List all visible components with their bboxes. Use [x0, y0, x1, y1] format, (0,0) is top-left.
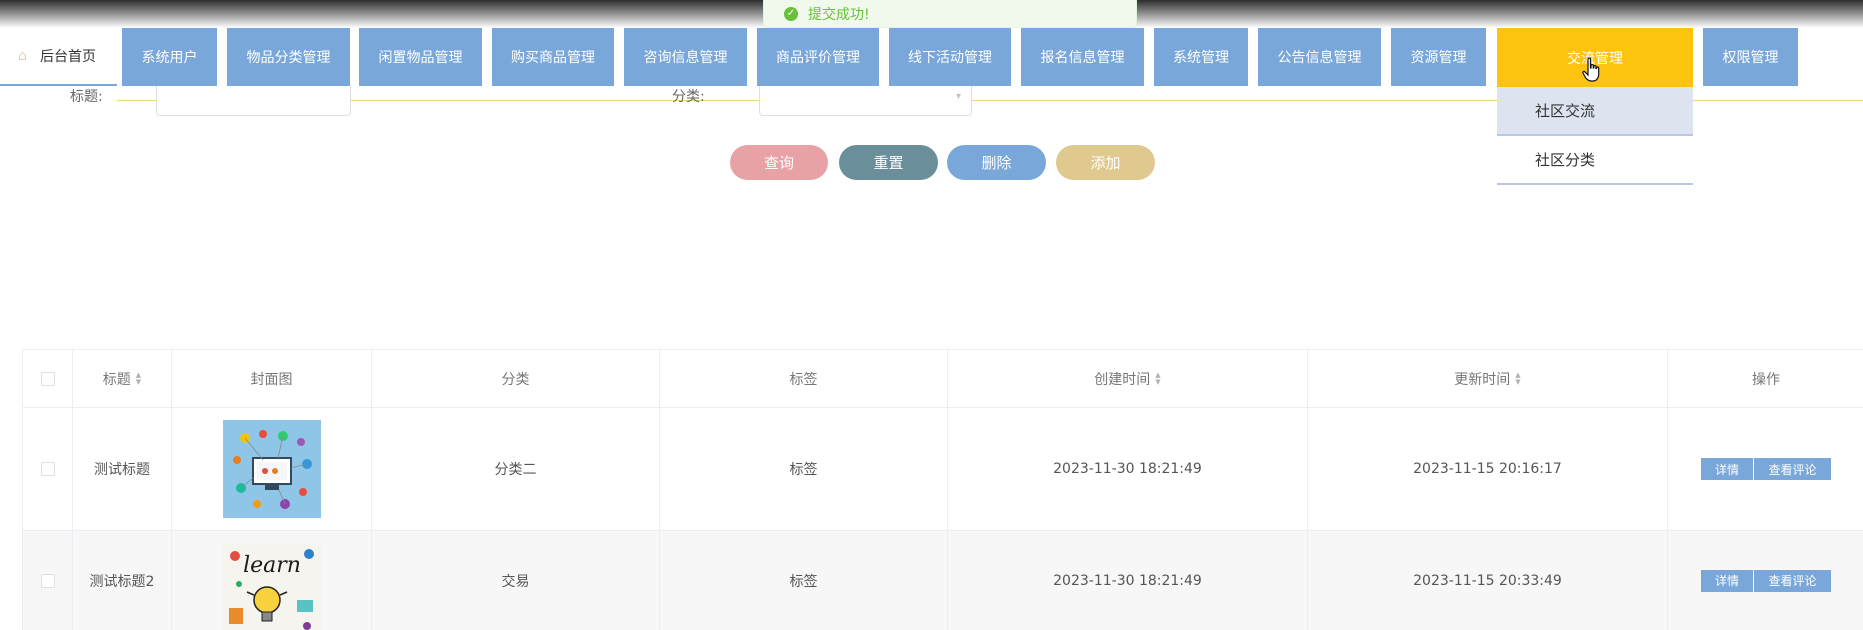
row-tag: 标签	[660, 408, 948, 530]
category-select[interactable]: ▾	[759, 86, 972, 116]
header-tag: 标签	[660, 350, 948, 407]
nav-item-idle-goods-mgmt[interactable]: 闲置物品管理	[359, 28, 482, 86]
home-icon: ⌂	[18, 48, 27, 64]
row-checkbox[interactable]	[40, 573, 55, 588]
query-button[interactable]: 查询	[730, 145, 828, 180]
dropdown-item-community-category[interactable]: 社区分类	[1497, 136, 1693, 185]
nav-item-label: 系统用户	[141, 50, 198, 66]
row-created: 2023-11-30 18:21:49	[948, 408, 1308, 530]
header-updated[interactable]: 更新时间 ▲ ▼	[1308, 350, 1668, 407]
nav-item-purchase-mgmt[interactable]: 购买商品管理	[492, 28, 614, 86]
nav-item-system-mgmt[interactable]: 系统管理	[1154, 28, 1248, 86]
row-checkbox-cell	[23, 408, 73, 530]
header-created[interactable]: 创建时间 ▲ ▼	[948, 350, 1308, 407]
chevron-down-icon: ▾	[955, 91, 961, 102]
svg-text:learn: learn	[243, 553, 301, 578]
category-label: 分类:	[672, 89, 705, 105]
nav-item-consult-mgmt[interactable]: 咨询信息管理	[624, 28, 747, 86]
nav-item-label: 权限管理	[1722, 50, 1779, 66]
row-ops: 详情 查看评论	[1668, 408, 1863, 530]
row-category: 交易	[372, 531, 660, 630]
nav-item-signup-mgmt[interactable]: 报名信息管理	[1021, 28, 1144, 86]
row-title: 测试标题2	[73, 531, 172, 630]
delete-button[interactable]: 删除	[947, 145, 1046, 180]
nav-item-resource-mgmt[interactable]: 资源管理	[1391, 28, 1486, 86]
table-header-row: 标题 ▲ ▼ 封面图 分类 标签 创建时间 ▲ ▼ 更新时间 ▲ ▼ 操作	[23, 350, 1863, 408]
header-category-label: 分类	[501, 371, 530, 388]
nav-item-notice-mgmt[interactable]: 公告信息管理	[1258, 28, 1381, 86]
check-circle-icon: ✓	[784, 6, 798, 21]
table-row: 测试标题2 learn 交易 标签 2023-11-30 18:21:49 20…	[23, 531, 1863, 630]
nav-item-label: 物品分类管理	[246, 50, 331, 66]
page: ✓ 提交成功! ⌂ 后台首页 系统用户 物品分类管理 闲置物品管理 购买商品管理…	[0, 0, 1863, 630]
nav-item-label: 资源管理	[1410, 50, 1467, 66]
nav-item-label: 闲置物品管理	[378, 50, 463, 66]
dropdown-item-community-exchange[interactable]: 社区交流	[1497, 87, 1693, 136]
success-toast: ✓ 提交成功!	[763, 0, 1137, 28]
row-tag: 标签	[660, 531, 948, 630]
data-table: 标题 ▲ ▼ 封面图 分类 标签 创建时间 ▲ ▼ 更新时间 ▲ ▼ 操作 测试…	[22, 349, 1863, 630]
nav-item-system-users[interactable]: 系统用户	[122, 28, 217, 86]
detail-button[interactable]: 详情	[1701, 458, 1753, 480]
select-all-checkbox[interactable]	[40, 371, 55, 386]
row-category: 分类二	[372, 408, 660, 530]
nav-item-permission-mgmt[interactable]: 权限管理	[1703, 28, 1798, 86]
header-cover: 封面图	[172, 350, 372, 407]
nav-item-category-mgmt[interactable]: 物品分类管理	[227, 28, 350, 86]
nav-item-label: 购买商品管理	[511, 50, 595, 66]
sort-icon[interactable]: ▲ ▼	[1515, 371, 1520, 386]
header-title[interactable]: 标题 ▲ ▼	[73, 350, 172, 407]
header-title-label: 标题	[102, 371, 131, 388]
header-created-label: 创建时间	[1094, 371, 1151, 388]
row-cover	[172, 408, 372, 530]
cover-image: learn	[222, 544, 321, 630]
view-comments-button[interactable]: 查看评论	[1754, 458, 1831, 480]
cover-image	[222, 420, 321, 518]
nav-item-label: 商品评价管理	[776, 50, 860, 66]
header-tag-label: 标签	[789, 371, 818, 388]
nav-item-label: 线下活动管理	[908, 50, 992, 66]
title-label: 标题:	[70, 89, 103, 105]
nav-home[interactable]: ⌂ 后台首页	[0, 28, 117, 86]
header-updated-label: 更新时间	[1454, 371, 1511, 388]
row-title: 测试标题	[73, 408, 172, 530]
dropdown-item-label: 社区交流	[1535, 102, 1596, 120]
detail-button[interactable]: 详情	[1701, 569, 1753, 592]
header-category: 分类	[372, 350, 660, 407]
toast-message: 提交成功!	[808, 6, 870, 23]
nav-item-label: 公告信息管理	[1277, 50, 1362, 66]
sort-icon[interactable]: ▲ ▼	[136, 371, 141, 386]
nav-item-activity-mgmt[interactable]: 线下活动管理	[889, 28, 1011, 86]
title-input[interactable]	[156, 86, 351, 116]
row-checkbox-cell	[23, 531, 73, 630]
view-comments-button[interactable]: 查看评论	[1754, 569, 1831, 592]
nav-item-label: 系统管理	[1173, 50, 1229, 66]
header-ops-label: 操作	[1752, 371, 1780, 388]
exchange-dropdown: 社区交流 社区分类	[1497, 87, 1693, 187]
row-ops: 详情 查看评论	[1668, 531, 1863, 630]
nav-item-label: 咨询信息管理	[643, 50, 728, 66]
add-button[interactable]: 添加	[1056, 145, 1155, 180]
row-cover: learn	[172, 531, 372, 630]
reset-button[interactable]: 重置	[839, 145, 938, 180]
nav-home-label: 后台首页	[40, 49, 96, 65]
row-updated: 2023-11-15 20:33:49	[1308, 531, 1668, 630]
header-checkbox-cell	[23, 350, 73, 407]
table-row: 测试标题 分类二 标签 2023-11-30 18:21:49 2023-11-…	[23, 408, 1863, 531]
row-updated: 2023-11-15 20:16:17	[1308, 408, 1668, 530]
hand-cursor-icon	[1582, 57, 1600, 82]
header-cover-label: 封面图	[250, 371, 293, 388]
row-checkbox[interactable]	[40, 462, 55, 476]
nav-item-review-mgmt[interactable]: 商品评价管理	[757, 28, 879, 86]
row-created: 2023-11-30 18:21:49	[948, 531, 1308, 630]
nav-item-label: 报名信息管理	[1040, 50, 1125, 66]
header-ops: 操作	[1668, 350, 1863, 407]
sort-icon[interactable]: ▲ ▼	[1155, 371, 1160, 386]
dropdown-item-label: 社区分类	[1535, 151, 1596, 169]
